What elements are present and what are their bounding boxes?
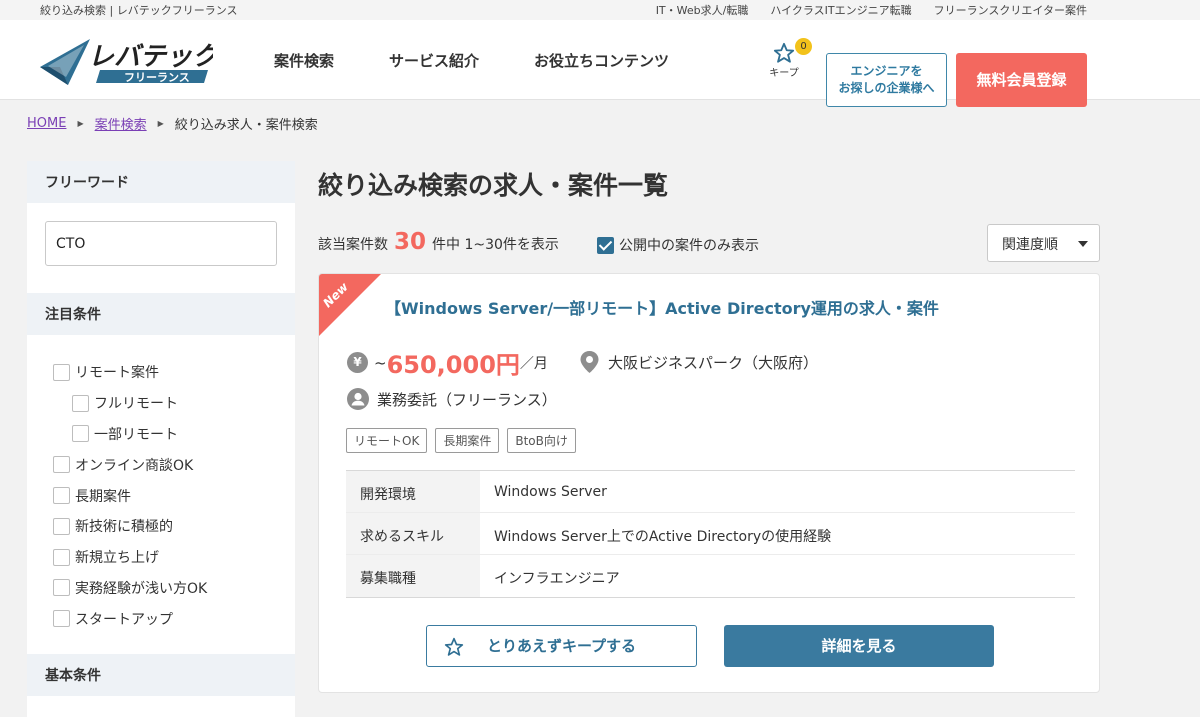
new-ribbon: New <box>319 274 381 336</box>
svg-text:フリーランス: フリーランス <box>124 71 190 84</box>
spec-value: Windows Server上でのActive Directoryの使用経験 <box>494 529 832 545</box>
checkbox[interactable] <box>72 425 89 443</box>
price-prefix: ~ <box>374 353 387 372</box>
spec-value: インフラエンジニア <box>494 571 620 587</box>
top-strip: 絞り込み検索 | レバテックフリーランス IT・Web求人/転職 ハイクラスIT… <box>0 0 1200 20</box>
nav-job-search[interactable]: 案件検索 <box>274 50 334 71</box>
keep-count-badge: 0 <box>795 38 812 55</box>
location-text: 大阪ビジネスパーク（大阪府） <box>608 353 819 372</box>
checkbox-checked[interactable] <box>597 236 614 254</box>
breadcrumb-current: 絞り込み求人・案件検索 <box>174 118 318 133</box>
employment-row: 業務委託（フリーランス） <box>347 388 557 410</box>
cond-new-launch[interactable]: 新規立ち上げ <box>53 542 295 573</box>
spec-table: 開発環境 Windows Server 求めるスキル Windows Serve… <box>346 470 1075 598</box>
yen-icon: ¥ <box>347 352 368 373</box>
price-row: ¥ ~ 650,000円 ／月 <box>347 345 548 380</box>
count-prefix: 該当案件数 <box>318 237 388 253</box>
breadcrumb-search[interactable]: 案件検索 <box>95 114 147 133</box>
checkbox[interactable] <box>53 610 70 628</box>
employment-text: 業務委託（フリーランス） <box>377 390 557 409</box>
map-pin-icon <box>580 351 599 373</box>
count-number: 30 <box>394 229 427 255</box>
tag: リモートOK <box>346 428 428 453</box>
spec-row: 求めるスキル Windows Server上でのActive Directory… <box>346 513 1075 555</box>
spec-value: Windows Server <box>494 484 607 500</box>
checkbox[interactable] <box>53 363 70 381</box>
site-header: レバテック フリーランス 案件検索 サービス紹介 お役立ちコンテンツ 0 キープ… <box>0 20 1200 107</box>
checkbox[interactable] <box>72 394 89 412</box>
breadcrumb-arrow-icon: ▶ <box>77 119 84 128</box>
cond-new-tech[interactable]: 新技術に積極的 <box>53 511 295 542</box>
filter-sidebar: フリーワード 注目条件 リモート案件 フルリモート 一部リモート オンライン商談… <box>27 161 295 717</box>
top-link-it-web[interactable]: IT・Web求人/転職 <box>656 2 749 18</box>
checkbox[interactable] <box>53 487 70 505</box>
site-logo[interactable]: レバテック フリーランス <box>38 37 220 87</box>
page-title: 絞り込み検索の求人・案件一覧 <box>318 171 669 200</box>
site-label: 絞り込み検索 | レバテックフリーランス <box>40 4 238 17</box>
cond-long-term[interactable]: 長期案件 <box>53 480 295 511</box>
freeword-input[interactable] <box>45 221 277 266</box>
view-detail-button[interactable]: 詳細を見る <box>724 625 994 667</box>
public-only-label: 公開中の案件のみ表示 <box>619 238 759 254</box>
freeword-heading: フリーワード <box>27 161 295 203</box>
keep-job-label: とりあえずキープする <box>486 637 637 655</box>
spec-key: 求めるスキル <box>346 513 480 554</box>
tag-list: リモートOK 長期案件 BtoB向け <box>346 428 576 453</box>
breadcrumb-arrow-icon: ▶ <box>157 119 164 128</box>
sort-select[interactable]: 関連度順 <box>987 224 1100 262</box>
checkbox[interactable] <box>53 517 70 535</box>
job-title-link[interactable]: 【Windows Server/一部リモート】Active Directory運… <box>385 295 939 319</box>
svg-text:レバテック: レバテック <box>88 42 213 72</box>
job-card: New 【Windows Server/一部リモート】Active Direct… <box>318 273 1100 693</box>
cond-online-meeting[interactable]: オンライン商談OK <box>53 449 295 480</box>
breadcrumb: HOME ▶ 案件検索 ▶ 絞り込み求人・案件検索 <box>27 114 318 133</box>
top-link-creator[interactable]: フリーランスクリエイター案件 <box>934 2 1087 18</box>
keep-job-button[interactable]: とりあえずキープする <box>426 625 697 667</box>
spec-key: 募集職種 <box>346 555 480 597</box>
main-nav: 案件検索 サービス紹介 お役立ちコンテンツ <box>274 50 669 71</box>
sort-value: 関連度順 <box>1002 237 1058 253</box>
featured-heading: 注目条件 <box>27 293 295 335</box>
price-unit: ／月 <box>519 355 548 372</box>
star-icon <box>444 637 464 656</box>
tag: 長期案件 <box>435 428 500 453</box>
spec-row: 開発環境 Windows Server <box>346 471 1075 513</box>
price-value: 650,000円 <box>386 351 520 379</box>
logo-mark-icon: レバテック フリーランス <box>40 39 220 85</box>
tag: BtoB向け <box>507 428 576 453</box>
breadcrumb-home[interactable]: HOME <box>27 116 66 131</box>
for-companies-button[interactable]: エンジニアを お探しの企業様へ <box>826 53 947 107</box>
cond-partial-remote[interactable]: 一部リモート <box>53 419 295 450</box>
cond-remote[interactable]: リモート案件 <box>53 357 295 388</box>
top-links: IT・Web求人/転職 ハイクラスITエンジニア転職 フリーランスクリエイター案… <box>656 2 1087 18</box>
keep-link[interactable]: 0 キープ <box>764 38 812 79</box>
checkbox[interactable] <box>53 579 70 597</box>
basic-heading: 基本条件 <box>27 654 295 696</box>
cond-full-remote[interactable]: フルリモート <box>53 388 295 419</box>
condition-list: リモート案件 フルリモート 一部リモート オンライン商談OK 長期案件 新技術に… <box>27 335 295 634</box>
caret-down-icon <box>1078 241 1088 247</box>
person-icon <box>347 388 369 410</box>
count-suffix: 件中 1~30件を表示 <box>432 237 559 253</box>
for-companies-line1: エンジニアを <box>850 64 923 78</box>
nav-useful-content[interactable]: お役立ちコンテンツ <box>534 50 669 71</box>
spec-row: 募集職種 インフラエンジニア <box>346 555 1075 597</box>
checkbox[interactable] <box>53 548 70 566</box>
keep-label: キープ <box>769 68 799 79</box>
result-count: 該当案件数 30 件中 1~30件を表示 <box>318 229 559 255</box>
nav-service-intro[interactable]: サービス紹介 <box>389 50 479 71</box>
register-button[interactable]: 無料会員登録 <box>956 53 1087 107</box>
cond-startup[interactable]: スタートアップ <box>53 603 295 634</box>
cond-junior-ok[interactable]: 実務経験が浅い方OK <box>53 573 295 604</box>
spec-key: 開発環境 <box>346 471 480 512</box>
public-only-toggle[interactable]: 公開中の案件のみ表示 <box>597 235 759 255</box>
location-row: 大阪ビジネスパーク（大阪府） <box>579 350 818 374</box>
star-icon <box>773 42 795 63</box>
for-companies-line2: お探しの企業様へ <box>838 81 935 95</box>
top-link-highclass[interactable]: ハイクラスITエンジニア転職 <box>770 2 911 18</box>
checkbox[interactable] <box>53 456 70 474</box>
